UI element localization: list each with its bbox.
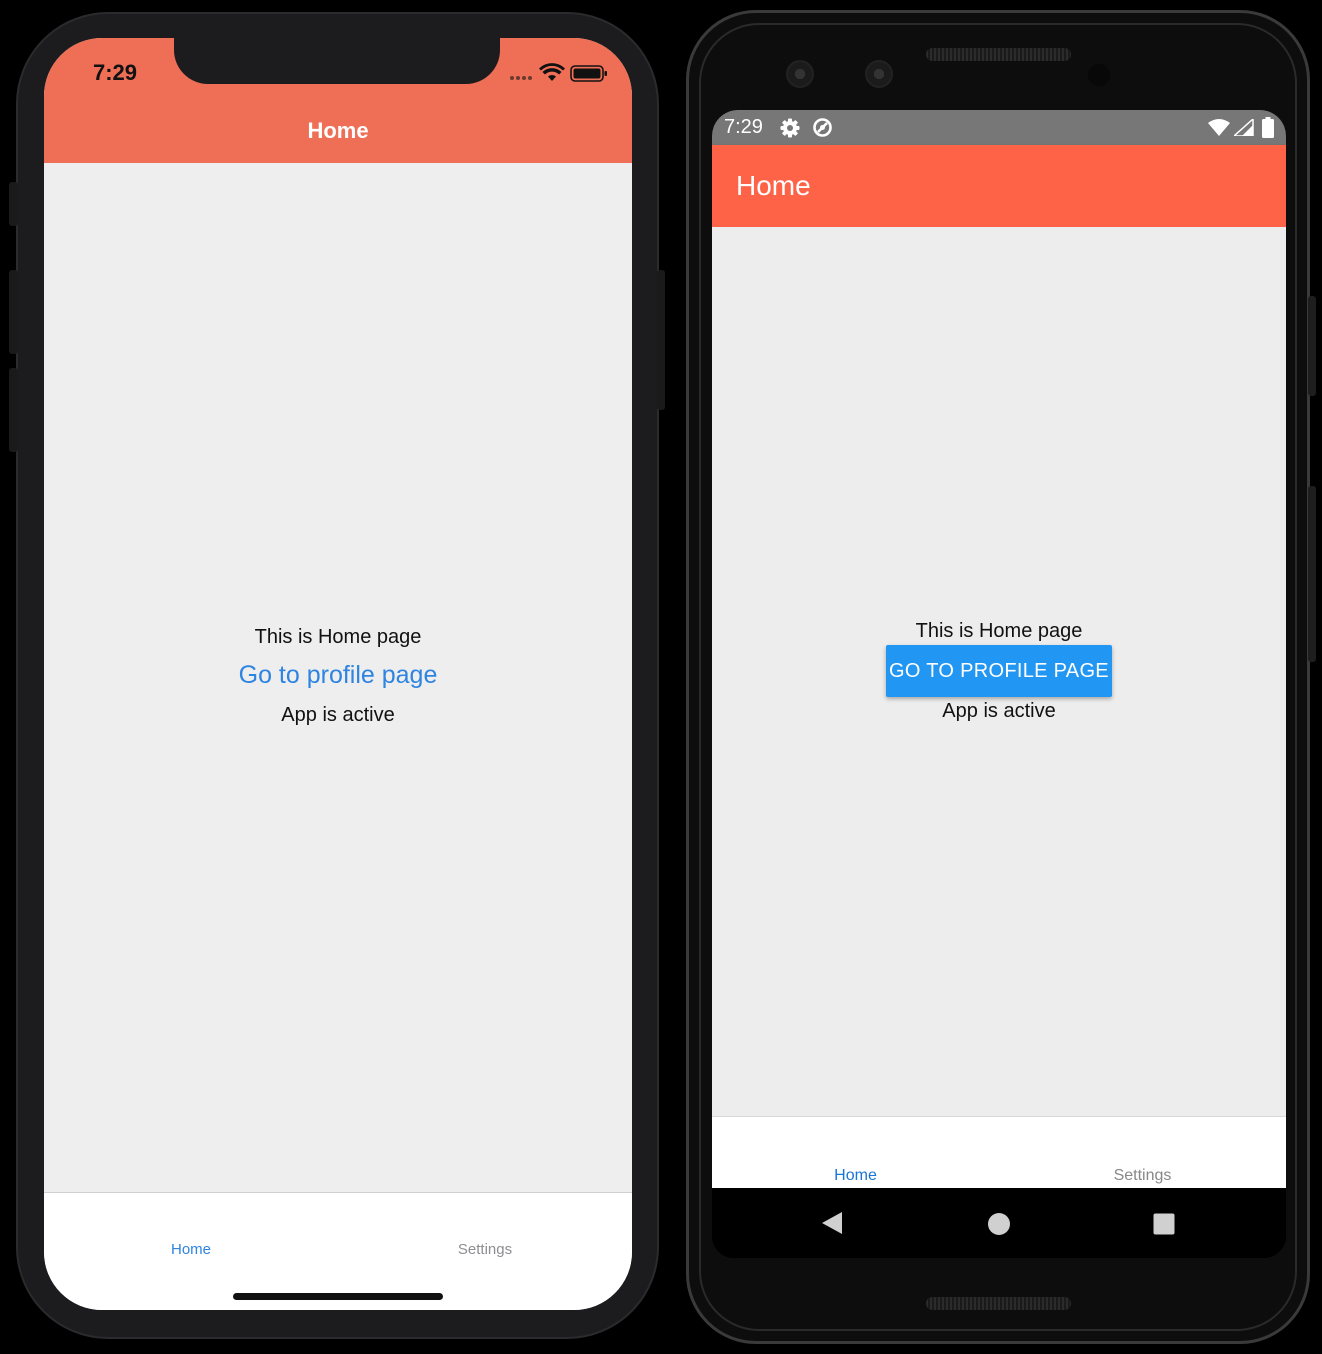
ios-tab-settings[interactable]: Settings: [338, 1241, 632, 1258]
ios-status-time: 7:29: [93, 60, 138, 85]
android-navigation-bar: [712, 1188, 1286, 1258]
go-to-profile-button[interactable]: GO TO PROFILE PAGE: [886, 645, 1112, 697]
android-front-camera-icon: [865, 60, 893, 88]
ios-home-content: This is Home page Go to profile page App…: [44, 163, 632, 1192]
signal-icon: [510, 76, 532, 80]
iphone-screen: 7:29 Home This is Home page Go to profil…: [44, 38, 632, 1310]
android-status-bar: 7:29: [712, 110, 1286, 145]
android-front-camera-icon: [786, 60, 814, 88]
android-screen: 7:29 Home This is Home page GO TO PROFIL…: [712, 110, 1286, 1258]
android-app-bar-title: Home: [736, 170, 811, 201]
android-top-speaker: [926, 48, 1071, 61]
iphone-volume-down-button: [9, 368, 18, 452]
android-home-content: This is Home page GO TO PROFILE PAGE App…: [712, 227, 1286, 1116]
android-tab-settings[interactable]: Settings: [999, 1167, 1286, 1185]
ios-home-indicator[interactable]: [233, 1293, 443, 1300]
back-icon[interactable]: [820, 1211, 844, 1235]
wifi-icon: [539, 63, 565, 81]
battery-icon: [570, 65, 607, 82]
android-app-bar: Home: [712, 145, 1286, 227]
app-state-text: App is active: [942, 700, 1056, 722]
iphone-volume-up-button: [9, 270, 18, 354]
android-tab-bar: Home Settings: [712, 1116, 1286, 1188]
ios-tab-home[interactable]: Home: [44, 1241, 338, 1258]
android-proximity-sensor: [1088, 64, 1110, 86]
ios-status-icons: [510, 63, 607, 82]
android-power-button: [1308, 486, 1316, 662]
android-tab-home[interactable]: Home: [712, 1167, 999, 1185]
android-volume-button: [1308, 296, 1316, 396]
home-page-text: This is Home page: [915, 620, 1083, 642]
ios-header-title: Home: [307, 118, 369, 143]
battery-icon: [1262, 117, 1274, 138]
go-to-profile-link[interactable]: Go to profile page: [44, 661, 632, 690]
ios-notch: [174, 38, 500, 84]
android-status-time: 7:29: [724, 116, 763, 138]
iphone-side-button: [657, 270, 665, 410]
ios-navigation-header: 7:29 Home: [44, 38, 632, 163]
iphone-mute-switch: [9, 182, 18, 226]
home-icon[interactable]: [987, 1212, 1011, 1236]
recents-icon[interactable]: [1152, 1212, 1176, 1236]
wifi-icon: [1208, 119, 1230, 136]
app-state-text: App is active: [281, 704, 395, 726]
signal-icon: [1234, 119, 1254, 136]
settings-icon: [780, 118, 800, 138]
sync-icon: [813, 118, 832, 137]
android-bottom-speaker: [926, 1297, 1071, 1310]
home-page-text: This is Home page: [254, 626, 422, 648]
